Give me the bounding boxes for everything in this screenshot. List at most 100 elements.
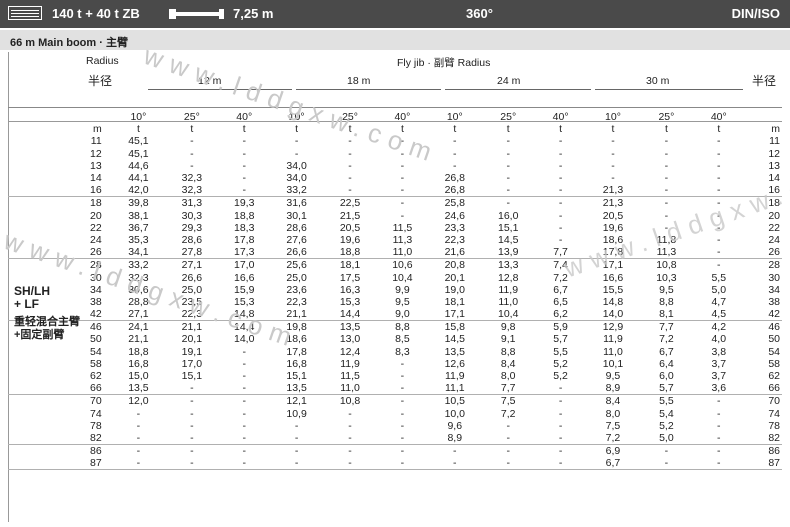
load-cell: 7,7 xyxy=(534,246,587,260)
angle-cell: 25° xyxy=(500,111,517,124)
load-cell: - xyxy=(611,159,615,172)
radius-label-cn-right: 半径 xyxy=(752,74,777,88)
radius-cell: 30 xyxy=(768,271,780,284)
radius-cell: 70 xyxy=(90,395,102,408)
load-cell: 11,9 xyxy=(340,357,360,370)
load-cell: 11,9 xyxy=(498,283,519,296)
load-cell: - xyxy=(534,431,587,446)
angle-cell: 25° xyxy=(342,111,358,124)
table-row: 58 16,8 17,0 - 16,8 11,9 - 12,6 8,4 5,2 10,1 6,4 3,7… xyxy=(8,358,782,370)
table-row: 42 27,1 22,3 14,8 21,1 14,4 9,0 17,1 10,4 6,2 14,0… xyxy=(8,308,782,322)
load-cell: - xyxy=(506,135,510,148)
load-cell: 10,0 xyxy=(444,407,465,420)
load-cell: - xyxy=(136,419,141,432)
load-cell: 23,5 xyxy=(181,295,203,308)
load-cell: - xyxy=(558,419,563,432)
unit-cell: t xyxy=(348,123,352,136)
load-cell: - xyxy=(534,382,587,396)
load-cell: 26,8 xyxy=(428,184,482,198)
radius-cell: 22 xyxy=(90,221,102,234)
radius-cell: 87 xyxy=(744,457,782,471)
load-cell: - xyxy=(136,407,141,420)
load-cell: 18,8 xyxy=(234,209,255,222)
load-cell: - xyxy=(111,431,166,446)
load-cell: 42,0 xyxy=(111,184,166,198)
table-row: 26 34,1 27,8 17,3 26,6 18,8 11,0 21,6 13,9 7,7 17,… xyxy=(8,246,782,260)
load-cell: 10,4 xyxy=(392,271,413,284)
load-cell: 8,8 xyxy=(659,295,674,308)
side-label-line3: 重轻混合主臂 xyxy=(14,316,80,328)
jib-30-line xyxy=(595,89,743,90)
load-cell: 19,6 xyxy=(339,233,361,246)
load-cell: - xyxy=(269,431,324,446)
load-cell: 26,8 xyxy=(444,172,465,185)
table-row: 38 28,8 23,5 15,3 22,3 15,3 9,5 18,1 11,0 6,5 14,8… xyxy=(8,296,782,308)
load-cell: 4,0 xyxy=(711,333,727,346)
load-cell: 19,0 xyxy=(444,283,465,296)
load-cell: 20,1 xyxy=(181,333,203,346)
load-cell: - xyxy=(190,159,194,172)
radius-cell: 78 xyxy=(90,419,102,432)
table-row: 24 35,3 28,6 17,8 27,6 19,6 11,3 22,3 14,5 - 18,6 1… xyxy=(8,234,782,246)
load-cell: - xyxy=(348,159,352,172)
load-cell: 22,3 xyxy=(286,295,307,308)
radius-cell: 30 xyxy=(90,271,102,284)
load-cell: - xyxy=(558,135,563,148)
load-cell: - xyxy=(717,172,721,185)
load-cell: 7,2 xyxy=(659,333,674,346)
radius-cell: 18 xyxy=(90,197,102,210)
load-cell: 7,7 xyxy=(481,382,535,396)
radius-cell: 66 xyxy=(8,382,112,396)
table-row: 11 45,1 - - - - - - - - - - - 11 xyxy=(8,135,782,147)
load-cell: 32,3 xyxy=(128,271,149,284)
load-cell: - xyxy=(717,419,721,432)
radius-cell: 62 xyxy=(90,370,102,383)
load-cell: 14,0 xyxy=(234,333,255,346)
load-cell: 8,9 xyxy=(586,382,640,396)
load-cell: - xyxy=(242,135,246,148)
load-cell: 18,6 xyxy=(602,233,624,246)
load-cell: 17,0 xyxy=(234,259,255,272)
load-cell: - xyxy=(717,197,721,210)
load-cell: 9,1 xyxy=(500,333,516,346)
header-rule xyxy=(8,107,782,108)
radius-cell: 13 xyxy=(768,159,780,172)
load-cell: - xyxy=(717,407,721,420)
load-cell: 28,8 xyxy=(128,295,149,308)
load-cell: 21,5 xyxy=(339,209,361,222)
angle-cell: 40° xyxy=(710,111,727,124)
angle-row: 10° 25° 40° 10° 25° 40° 10° 25° 40° 10° … xyxy=(8,111,782,123)
load-cell: 25,8 xyxy=(444,197,465,210)
radius-cell: 58 xyxy=(90,357,102,370)
load-cell: - xyxy=(323,431,377,446)
load-cell: 11,3 xyxy=(639,246,694,260)
load-cell: - xyxy=(534,457,587,471)
load-cell: - xyxy=(506,172,510,185)
load-cell: - xyxy=(664,172,669,185)
load-cell: 9,5 xyxy=(605,370,621,383)
load-cell: 18,3 xyxy=(234,221,255,234)
load-cell: - xyxy=(611,147,615,160)
load-cell: 26,6 xyxy=(181,271,203,284)
angle-cell: 25° xyxy=(658,111,675,124)
jib-18-line xyxy=(296,89,441,90)
unit-cell: t xyxy=(717,123,721,136)
load-cell: 19,6 xyxy=(602,221,624,234)
load-cell: - xyxy=(534,184,587,198)
load-cell: 17,3 xyxy=(218,246,270,260)
table-row: 46 24,1 21,1 14,4 19,8 13,5 8,8 15,8 9,8 5,9 12,9 7… xyxy=(8,321,782,334)
load-cell: 5,5 xyxy=(711,271,727,284)
load-cell: 12,8 xyxy=(498,271,519,284)
load-cell: - xyxy=(428,457,482,471)
load-cell: 21,1 xyxy=(181,321,203,334)
load-cell: 3,8 xyxy=(711,345,727,358)
unit-cell: t xyxy=(506,123,510,136)
load-cell: - xyxy=(400,370,405,383)
menu-icon[interactable] xyxy=(8,6,42,20)
load-cell: 13,0 xyxy=(339,333,361,346)
load-cell: 17,8 xyxy=(286,345,307,358)
load-cell: 25,0 xyxy=(286,271,307,284)
load-cell: 9,5 xyxy=(659,283,674,296)
load-cell: 29,3 xyxy=(181,221,203,234)
side-label-line2: + LF xyxy=(14,297,40,311)
